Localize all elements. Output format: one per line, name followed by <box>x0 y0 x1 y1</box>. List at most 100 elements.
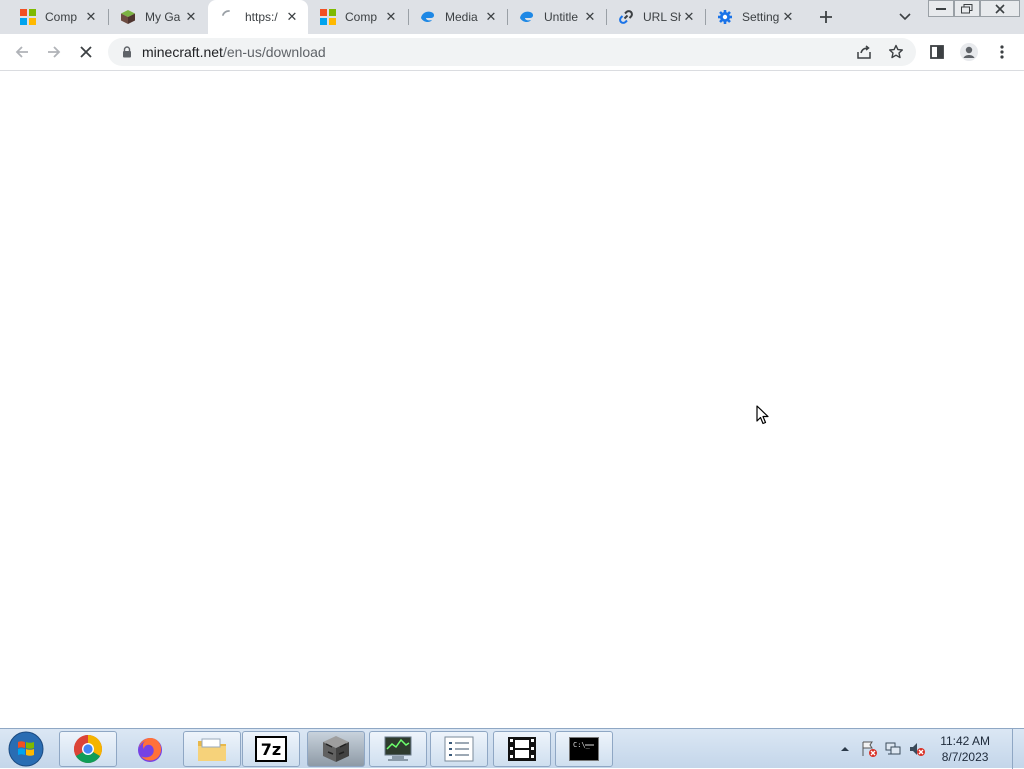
taskbar-explorer[interactable] <box>183 731 241 767</box>
action-center-icon[interactable] <box>860 740 878 758</box>
svg-text:7z: 7z <box>261 740 281 759</box>
show-hidden-icons-button[interactable] <box>836 740 854 758</box>
media-player-icon <box>508 737 536 761</box>
start-button[interactable] <box>6 731 46 767</box>
show-desktop-button[interactable] <box>1012 729 1024 769</box>
gear-icon <box>717 9 733 25</box>
plus-icon <box>820 11 832 23</box>
tab-close-icon[interactable]: ✕ <box>83 9 99 25</box>
url-host: minecraft.net <box>142 44 223 60</box>
chrome-icon <box>74 735 102 763</box>
tab-close-icon[interactable]: ✕ <box>582 9 598 25</box>
address-bar[interactable]: minecraft.net/en-us/download <box>108 38 916 66</box>
stop-loading-button[interactable] <box>74 40 98 64</box>
kebab-menu-icon <box>1000 45 1004 59</box>
taskbar-task-manager[interactable] <box>369 731 427 767</box>
taskbar-notes[interactable] <box>430 731 488 767</box>
network-icon[interactable] <box>884 740 902 758</box>
tab-close-icon[interactable]: ✕ <box>383 9 399 25</box>
task-manager-icon <box>384 736 412 761</box>
microsoft-icon <box>320 9 336 25</box>
tab-title: Untitle <box>544 10 579 24</box>
taskbar-chrome[interactable] <box>59 731 117 767</box>
command-prompt-icon: C:\_ <box>569 737 599 761</box>
firefox-icon <box>138 738 162 762</box>
file-explorer-icon <box>198 738 226 761</box>
link-icon <box>618 9 634 25</box>
minecraft-block-icon <box>120 9 136 25</box>
new-tab-button[interactable] <box>814 5 838 29</box>
close-icon <box>995 3 1005 14</box>
chevron-down-icon <box>899 13 911 21</box>
clock-date: 8/7/2023 <box>941 750 989 764</box>
tab-6[interactable]: Untitle ✕ <box>507 0 606 34</box>
bookmark-button[interactable] <box>884 40 908 64</box>
loading-spinner-icon <box>220 9 236 25</box>
forward-arrow-icon <box>48 46 61 58</box>
tab-2[interactable]: My Ga ✕ <box>108 0 207 34</box>
minimize-icon <box>936 7 946 10</box>
stop-x-icon <box>80 46 92 58</box>
tab-close-icon[interactable]: ✕ <box>780 9 796 25</box>
taskbar-firefox[interactable] <box>121 731 179 767</box>
taskbar-7zip[interactable]: 7z <box>242 731 300 767</box>
7zip-icon: 7z <box>255 736 287 762</box>
url-text[interactable]: minecraft.net/en-us/download <box>142 44 326 60</box>
tab-7[interactable]: URL Sh ✕ <box>606 0 705 34</box>
tab-close-icon[interactable]: ✕ <box>183 9 199 25</box>
notes-list-icon <box>444 736 474 762</box>
tab-title: Setting <box>742 10 780 24</box>
menu-button[interactable] <box>990 40 1014 64</box>
edge-icon <box>519 9 535 25</box>
tab-close-icon[interactable]: ✕ <box>681 9 697 25</box>
taskbar-minecraft-launcher[interactable] <box>307 731 365 767</box>
url-path: /en-us/download <box>222 44 326 60</box>
tab-close-icon[interactable]: ✕ <box>483 9 499 25</box>
restore-button[interactable] <box>954 0 980 17</box>
restore-icon <box>961 3 973 13</box>
star-icon <box>889 44 903 59</box>
taskbar: 7z C:\_ 11:42 AM 8/7/2023 <box>0 728 1024 769</box>
profile-avatar-icon <box>960 43 978 61</box>
lock-icon[interactable] <box>120 45 134 59</box>
page-content <box>0 71 1024 728</box>
tab-search-button[interactable] <box>893 5 917 29</box>
share-icon <box>857 45 871 59</box>
close-window-button[interactable] <box>980 0 1020 17</box>
microsoft-icon <box>20 9 36 25</box>
tab-title: https:/ <box>245 10 278 24</box>
browser-toolbar: minecraft.net/en-us/download <box>0 34 1024 71</box>
share-button[interactable] <box>852 40 876 64</box>
mouse-cursor-icon <box>756 405 770 430</box>
taskbar-command-prompt[interactable]: C:\_ <box>555 731 613 767</box>
tab-title: URL Sh <box>643 10 681 24</box>
window-controls <box>928 0 1020 17</box>
side-panel-icon <box>930 45 944 59</box>
back-arrow-icon <box>15 46 28 58</box>
clock-time: 11:42 AM <box>940 734 990 748</box>
tab-8[interactable]: Setting ✕ <box>705 0 804 34</box>
volume-muted-icon[interactable] <box>908 740 926 758</box>
tab-3-active[interactable]: https:/ ✕ <box>208 0 308 34</box>
tab-title: Comp <box>45 10 78 24</box>
minecraft-launcher-icon <box>323 736 349 762</box>
tab-1[interactable]: Comp ✕ <box>8 0 107 34</box>
tab-title: Comp <box>345 10 378 24</box>
tab-4[interactable]: Comp ✕ <box>308 0 407 34</box>
back-button[interactable] <box>10 40 34 64</box>
forward-button[interactable] <box>42 40 66 64</box>
tab-5[interactable]: Media ✕ <box>408 0 507 34</box>
windows-start-icon <box>8 731 44 767</box>
chevron-up-icon <box>841 747 850 751</box>
tab-strip: Comp ✕ My Ga ✕ https:/ ✕ Comp ✕ Media ✕ … <box>0 0 1024 34</box>
edge-icon <box>420 9 436 25</box>
side-panel-button[interactable] <box>925 40 949 64</box>
taskbar-media-player[interactable] <box>493 731 551 767</box>
tab-title: Media <box>445 10 478 24</box>
minimize-button[interactable] <box>928 0 954 17</box>
tab-close-icon[interactable]: ✕ <box>284 9 300 25</box>
system-clock[interactable]: 11:42 AM 8/7/2023 <box>940 733 990 765</box>
tab-title: My Ga <box>145 10 181 24</box>
system-tray: 11:42 AM 8/7/2023 <box>830 729 1012 769</box>
profile-button[interactable] <box>957 40 981 64</box>
